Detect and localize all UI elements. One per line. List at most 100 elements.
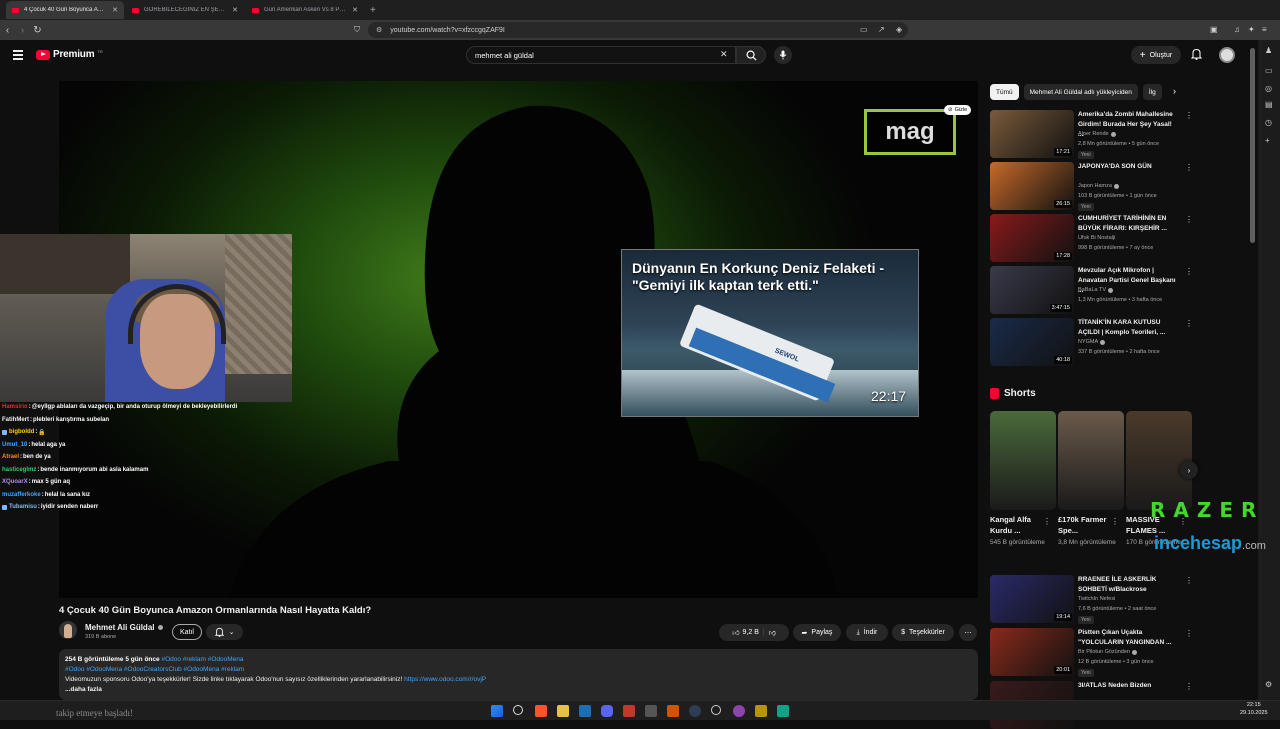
video-channel[interactable]: TwitchIn Nefesi [1078,596,1115,602]
more-actions-button[interactable]: ⋯ [959,624,977,641]
shield-icon[interactable]: ◈ [896,25,902,34]
more-vertical-icon[interactable]: ⋮ [1111,517,1119,526]
steam-icon[interactable] [579,705,591,717]
obs-icon[interactable] [689,705,701,717]
share-icon[interactable]: ↗ [878,25,885,34]
whatsapp-icon[interactable]: ◎ [1265,84,1272,93]
close-icon[interactable]: ✕ [112,6,118,14]
menu-icon[interactable]: ≡ [1262,25,1267,34]
discord-icon[interactable] [601,705,613,717]
share-button[interactable]: ➦ Paylaş [793,624,841,641]
download-button[interactable]: ⤓ İndir [846,624,888,641]
short-title[interactable]: £170k Farmer Spe... [1058,514,1114,536]
close-icon[interactable]: ✕ [352,6,358,14]
join-button[interactable]: Katıl [172,624,202,640]
more-vertical-icon[interactable]: ⋮ [1185,576,1193,585]
dislike-button[interactable]: 👎︎ [769,628,776,637]
video-thumbnail[interactable]: 17:21 [990,110,1074,158]
video-title[interactable]: 3I/ATLAS Neden Bizden [1078,681,1178,691]
app-icon[interactable] [733,705,745,717]
short-thumbnail[interactable] [1058,411,1124,510]
video-channel[interactable]: NYGMA [1078,339,1106,345]
app-icon[interactable] [667,705,679,717]
forward-icon[interactable]: › [15,25,30,36]
new-tab-icon[interactable]: + [370,5,376,16]
channel-name[interactable]: Mehmet Ali Güldal [85,623,163,632]
search-icon[interactable] [513,705,523,715]
video-channel[interactable]: BaBaLa TV [1078,287,1114,293]
address-bar[interactable]: ⚙ youtube.com/watch?v=xfzccgqZAF9I [368,22,908,38]
chip-all[interactable]: Tümü [990,84,1019,100]
video-channel[interactable]: Alper Rende [1078,131,1116,137]
account-avatar[interactable] [1219,47,1235,63]
video-title[interactable]: CUMHURİYET TARİHİNİN EN BÜYÜK FİRARI: KI… [1078,214,1178,234]
recommended-video[interactable]: 17:28 CUMHURİYET TARİHİNİN EN BÜYÜK FİRAR… [990,214,1193,262]
sidebar-icon[interactable]: ♟ [1265,46,1272,55]
recommended-video[interactable]: 17:21 Amerika'da Zombi Mahallesine Girdim… [990,110,1193,159]
thanks-button[interactable]: $ Teşekkürler [892,624,954,641]
browser-tab[interactable]: 4 Çocuk 40 Gün Boyunca Amazon Ormanların… [6,1,124,19]
clear-search-icon[interactable]: ✕ [720,49,728,60]
app-icon[interactable] [645,705,657,717]
brave-browser-icon[interactable] [535,705,547,717]
recommended-video[interactable]: 19:14 RRAENEE İLE ASKERLİK SOHBETİ w/Blac… [990,575,1193,624]
bookmark-icon[interactable]: ⛉ [354,25,360,35]
video-thumbnail[interactable]: 19:14 [990,575,1074,623]
scrollbar[interactable] [1250,48,1255,243]
short-video[interactable]: £170k Farmer Spe... 3,8 Mn görüntüleme ⋮ [1058,411,1124,548]
settings-icon[interactable]: ⚙ [1265,680,1272,689]
subscription-bell-button[interactable]: ⌄ [206,624,243,640]
app-icon[interactable] [755,705,767,717]
app-icon[interactable] [711,705,721,715]
short-thumbnail[interactable] [990,411,1056,510]
media-icon[interactable]: ♫ [1234,25,1240,34]
search-input[interactable] [475,50,715,60]
reload-icon[interactable]: ↻ [30,25,45,36]
history-icon[interactable]: ◷ [1265,118,1272,127]
create-button[interactable]: + Oluştur [1131,46,1181,64]
notifications-bell-icon[interactable] [1191,48,1202,60]
back-icon[interactable]: ‹ [0,25,15,36]
video-title[interactable]: RRAENEE İLE ASKERLİK SOHBETİ w/Blackrose [1078,575,1178,595]
browser-tab[interactable]: Gün Amerikan Askeri Vs 8 Profesyonel ✕ [246,1,364,19]
search-box[interactable] [466,46,736,64]
windows-start-icon[interactable] [491,705,503,717]
recommended-video[interactable]: 40:18 TİTANİK'İN KARA KUTUSU AÇILDI | Kom… [990,318,1193,366]
short-video[interactable]: Kangal Alfa Kurdu ... 545 B görüntüleme ⋮ [990,411,1056,548]
browser-tab[interactable]: GÖREBİLECEĞİNİZ EN ŞEYTANİ BAHİS ✕ [126,1,244,19]
file-explorer-icon[interactable] [557,705,569,717]
video-thumbnail[interactable]: 3:47:15 [990,266,1074,314]
messenger-icon[interactable]: ▭ [1265,66,1273,75]
video-thumbnail[interactable]: 40:18 [990,318,1074,366]
youtube-logo[interactable]: Premium TR [36,49,103,60]
notes-icon[interactable]: ▤ [1265,100,1273,109]
app-icon[interactable] [623,705,635,717]
more-vertical-icon[interactable]: ⋮ [1185,163,1193,172]
hide-watermark-button[interactable]: ⊘ Gizle [944,105,972,115]
chevron-right-icon[interactable]: › [1173,86,1176,96]
hamburger-menu-icon[interactable] [13,50,23,62]
short-thumbnail[interactable] [1126,411,1192,510]
recommended-video[interactable]: 20:01 Pistten Çıkan Uçakta "YOLCULARIN YA… [990,628,1193,677]
add-panel-icon[interactable]: + [1265,136,1270,145]
video-thumbnail[interactable]: 17:28 [990,214,1074,262]
cast-icon[interactable]: ▭ [860,25,868,34]
video-thumbnail[interactable]: 26:15 [990,162,1074,210]
app-icon[interactable] [777,705,789,717]
video-channel[interactable]: Ufuk Bi Nostalji [1078,235,1115,241]
tab-search-icon[interactable]: ▣ [1210,25,1218,34]
extensions-icon[interactable]: ✦ [1248,25,1255,34]
sponsor-link[interactable]: https://www.odoo.com/r/ovjP [404,676,486,683]
video-title[interactable]: JAPONYA'DA SON GÜN [1078,162,1178,172]
shorts-next-button[interactable]: › [1180,461,1198,479]
more-vertical-icon[interactable]: ⋮ [1185,215,1193,224]
short-video[interactable]: MASSIVE FLAMES ... 170 B görüntüleme ⋮ [1126,411,1192,548]
short-title[interactable]: Kangal Alfa Kurdu ... [990,514,1046,536]
suggested-video-card[interactable]: Dünyanın En Korkunç Deniz Felaketi - "Ge… [621,249,919,417]
meta-hashtags[interactable]: #Odoo #reklam #OdooMena [161,656,243,663]
close-icon[interactable]: ✕ [232,6,238,14]
recommended-video[interactable]: 3:47:15 Mevzular Açık Mikrofon | Anavatan… [990,266,1193,314]
more-vertical-icon[interactable]: ⋮ [1043,517,1051,526]
video-channel[interactable]: Japon Hamza [1078,183,1119,189]
chip-related[interactable]: İlg [1142,84,1162,100]
